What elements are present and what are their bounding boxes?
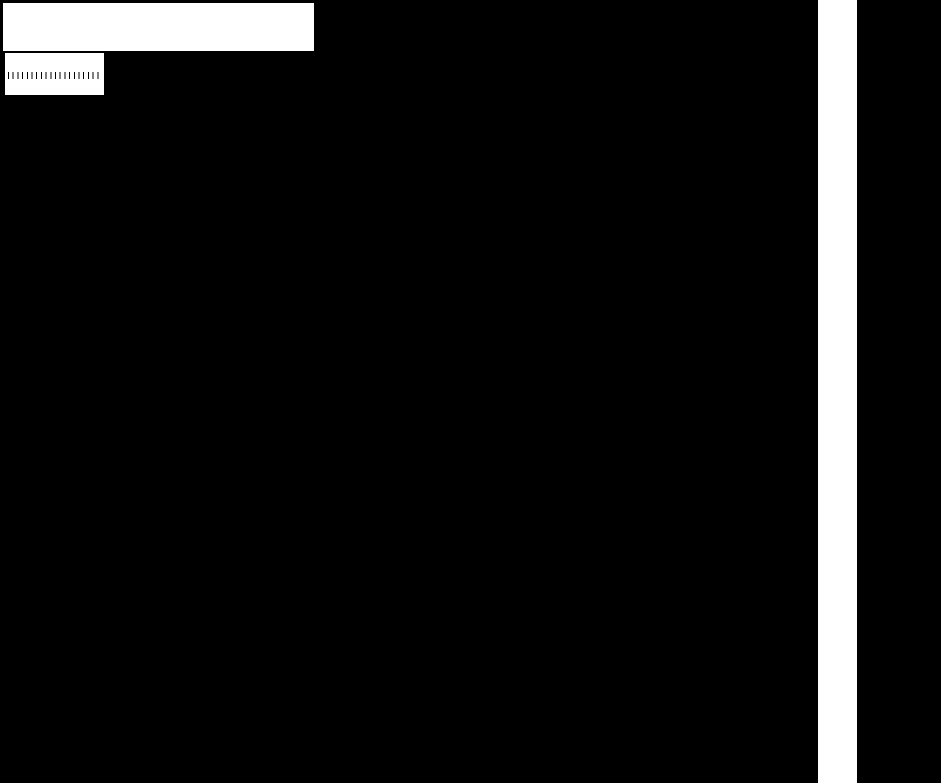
intensity-colorbar xyxy=(5,53,104,95)
colorbar-labels xyxy=(5,80,104,94)
colorbar-tick-ruler xyxy=(8,72,102,79)
waterfall-spectrogram-canvas xyxy=(0,0,818,783)
spectrum-panel-canvas xyxy=(857,0,941,783)
capture-info-box xyxy=(2,2,315,52)
frequency-axis-line xyxy=(818,0,857,783)
colorbar-gradient xyxy=(18,55,102,71)
spectrum-lab-screen-capture xyxy=(0,0,941,783)
frequency-axis-strip xyxy=(818,0,857,783)
